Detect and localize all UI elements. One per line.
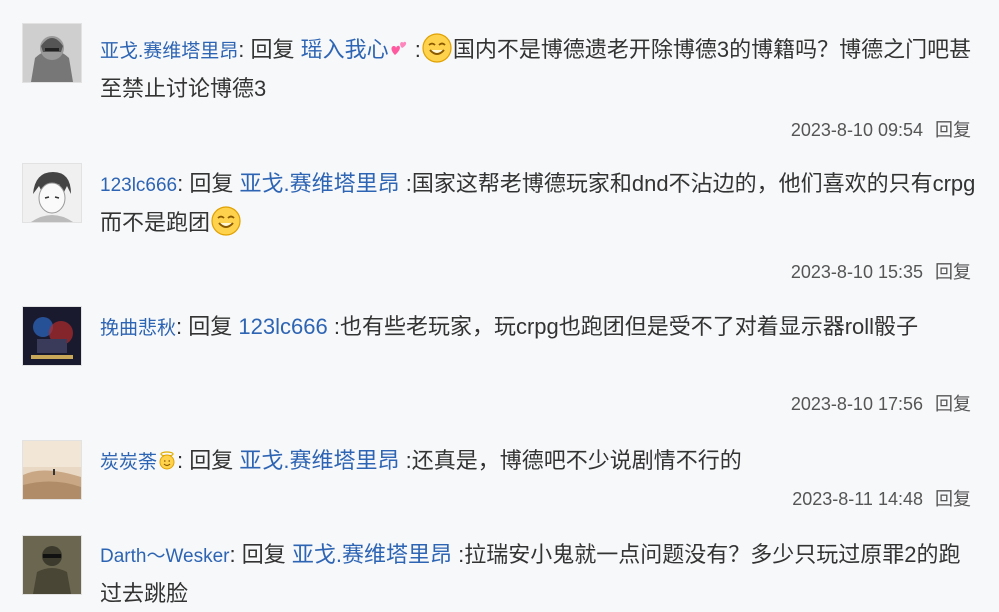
reply-target-link[interactable]: 亚戈.赛维塔里昂 xyxy=(292,542,452,567)
avatar-soldier-image xyxy=(23,536,81,594)
timestamp: 2023-8-10 15:35 xyxy=(790,262,923,282)
colon: : xyxy=(327,314,340,339)
username-link[interactable]: 亚戈.赛维塔里昂 xyxy=(100,41,238,62)
reply-button[interactable]: 回复 xyxy=(935,120,971,140)
colon: : xyxy=(177,448,190,473)
reply-word: 回复 xyxy=(250,37,295,62)
reply-target-link[interactable]: 123lc666 xyxy=(238,314,327,339)
colon: : xyxy=(176,314,189,339)
username-link[interactable]: 炭炭荼 xyxy=(100,452,157,473)
avatar[interactable] xyxy=(22,535,82,595)
reply-body: 亚戈.赛维塔里昂: 回复 瑶入我心 : 国内不是博德遗老开除博德3的博籍吗？博德之… xyxy=(100,31,980,107)
avatar[interactable] xyxy=(22,23,82,83)
angel-emoji-icon xyxy=(157,450,177,470)
reply-body: 炭炭荼: 回复 亚戈.赛维塔里昂 :还真是，博德吧不少说剧情不行的 xyxy=(100,442,980,481)
timestamp: 2023-8-10 09:54 xyxy=(790,120,923,140)
avatar[interactable] xyxy=(22,306,82,366)
reply-meta: 2023-8-10 09:54 回复 xyxy=(791,116,971,142)
colon: : xyxy=(177,171,190,196)
reply-body: Darth～Wesker: 回复 亚戈.赛维塔里昂 :拉瑞安小鬼就一点问题没有？… xyxy=(100,536,980,612)
smile-emoji-icon xyxy=(211,206,241,236)
reply-word: 回复 xyxy=(188,314,233,339)
timestamp: 2023-8-10 17:56 xyxy=(790,394,923,414)
timestamp: 2023-8-11 14:48 xyxy=(792,489,923,509)
reply-content: 还真是，博德吧不少说剧情不行的 xyxy=(411,448,742,473)
avatar[interactable] xyxy=(22,440,82,500)
reply-meta: 2023-8-11 14:48 回复 xyxy=(792,485,971,511)
avatar-dark-scene-image xyxy=(23,307,81,365)
reply-content: 也有些老玩家，玩crpg也跑团但是受不了对着显示器roll骰子 xyxy=(339,314,919,339)
colon: : xyxy=(238,37,251,62)
smile-emoji-icon xyxy=(422,33,452,63)
colon: : xyxy=(452,542,465,567)
username-link[interactable]: 挽曲悲秋 xyxy=(100,318,176,339)
avatar-desert-image xyxy=(23,441,81,499)
reply-button[interactable]: 回复 xyxy=(935,489,971,509)
reply-target-link[interactable]: 瑶入我心 xyxy=(301,37,389,62)
reply-meta: 2023-8-10 15:35 回复 xyxy=(791,258,971,284)
reply-target-link[interactable]: 亚戈.赛维塔里昂 xyxy=(239,448,399,473)
avatar[interactable] xyxy=(22,163,82,223)
username-link[interactable]: 123lc666 xyxy=(100,175,177,196)
colon: : xyxy=(408,37,421,62)
reply-word: 回复 xyxy=(189,448,234,473)
reply-word: 回复 xyxy=(189,171,234,196)
reply-word: 回复 xyxy=(241,542,286,567)
reply-body: 123lc666: 回复 亚戈.赛维塔里昂 :国家这帮老博德玩家和dnd不沾边的… xyxy=(100,165,980,241)
colon: : xyxy=(399,448,412,473)
colon: : xyxy=(399,171,412,196)
reply-target-link[interactable]: 亚戈.赛维塔里昂 xyxy=(240,171,400,196)
reply-meta: 2023-8-10 17:56 回复 xyxy=(791,390,971,416)
colon: : xyxy=(229,542,242,567)
reply-button[interactable]: 回复 xyxy=(935,262,971,282)
pink-hearts-icon xyxy=(389,39,409,59)
avatar-anime-image xyxy=(23,164,81,222)
avatar-warrior-image xyxy=(23,24,81,82)
username-link[interactable]: Darth～Wesker xyxy=(100,546,230,567)
reply-body: 挽曲悲秋: 回复 123lc666 :也有些老玩家，玩crpg也跑团但是受不了对… xyxy=(100,308,980,347)
reply-button[interactable]: 回复 xyxy=(935,394,971,414)
